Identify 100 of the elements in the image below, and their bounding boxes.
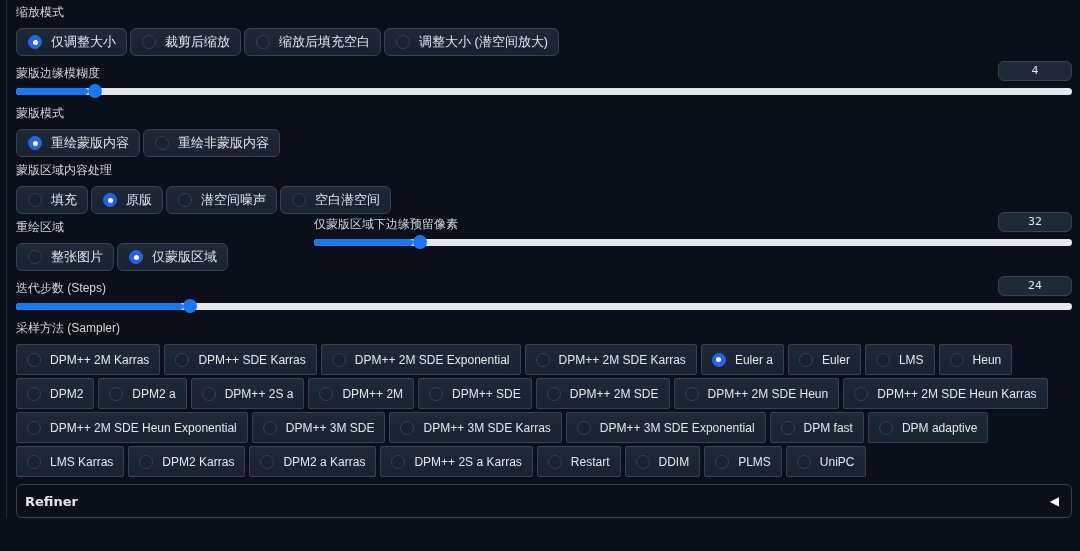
radio-unchecked-icon [400,420,415,435]
radio-unchecked-icon [854,386,869,401]
radio-unchecked-icon [546,386,561,401]
radio-option[interactable]: UniPC [785,446,866,477]
field-label: 仅蒙版区域下边缘预留像素 [314,216,458,232]
radio-option[interactable]: 仅蒙版区域 [117,243,228,271]
field-label: 蒙版边缘模糊度 [16,65,100,81]
radio-unchecked-icon [28,193,42,207]
radio-option[interactable]: DPM adaptive [867,412,989,443]
radio-checked-icon [28,35,42,49]
radio-option[interactable]: DPM++ 2S a Karras [380,446,533,477]
radio-unchecked-icon [796,454,811,469]
radio-option[interactable]: DPM++ SDE [418,378,532,409]
radio-option[interactable]: DPM2 [16,378,95,409]
radio-option[interactable]: 重绘非蒙版内容 [143,129,280,157]
radio-unchecked-icon [262,420,277,435]
radio-checked-icon [103,193,117,207]
radio-unchecked-icon [27,420,41,435]
radio-unchecked-icon [429,386,444,401]
radio-unchecked-icon [780,420,795,435]
radio-option[interactable]: DDIM [624,446,701,477]
radio-option[interactable]: 裁剪后缩放 [130,28,241,56]
radio-option[interactable]: 整张图片 [16,243,114,271]
radio-option[interactable]: DPM++ 2M Karras [16,344,161,375]
radio-unchecked-icon [28,250,42,264]
radio-option[interactable]: DPM++ SDE Karras [164,344,317,375]
radio-option[interactable]: DPM2 Karras [128,446,246,477]
radio-option[interactable]: DPM fast [769,412,864,443]
radio-checked-icon [129,250,143,264]
radio-option[interactable]: 调整大小 (潜空间放大) [384,28,559,56]
radio-unchecked-icon [949,352,964,367]
radio-option[interactable]: Euler a [700,344,784,375]
radio-unchecked-icon [396,35,410,49]
radio-unchecked-icon [142,35,156,49]
radio-checked-icon [711,352,726,367]
radio-unchecked-icon [576,420,591,435]
radio-option[interactable]: 潜空间噪声 [166,186,277,214]
radio-option[interactable]: DPM++ 2M SDE Karras [524,344,697,375]
slider-handle[interactable] [182,299,197,313]
radio-checked-icon [28,136,42,150]
accordion-header[interactable]: Refiner ◀ [16,484,1072,518]
radio-unchecked-icon [547,454,562,469]
radio-unchecked-icon [535,352,550,367]
radio-unchecked-icon [260,454,275,469]
field-label: 迭代步数 (Steps) [16,280,106,296]
field-label: 重绘区域 [16,219,65,235]
radio-option[interactable]: DPM++ 2M SDE Heun Exponential [16,412,248,443]
radio-unchecked-icon [391,454,406,469]
radio-unchecked-icon [684,386,699,401]
collapse-toggle-icon: ◀ [1049,494,1059,508]
field-label: 采样方法 (Sampler) [16,320,121,336]
radio-unchecked-icon [109,386,124,401]
radio-option[interactable]: 填充 [16,186,88,214]
radio-unchecked-icon [27,352,41,367]
radio-option[interactable]: LMS [864,344,935,375]
radio-option[interactable]: PLMS [704,446,782,477]
field-label: 蒙版模式 [16,105,65,121]
slider-handle[interactable] [87,84,102,98]
radio-option[interactable]: DPM++ 2M SDE [535,378,670,409]
radio-unchecked-icon [175,352,190,367]
radio-unchecked-icon [178,193,192,207]
radio-unchecked-icon [27,454,41,469]
radio-unchecked-icon [201,386,216,401]
radio-option[interactable]: DPM++ 3M SDE [251,412,386,443]
radio-unchecked-icon [635,454,650,469]
radio-option[interactable]: 缩放后填充空白 [244,28,381,56]
radio-option[interactable]: 重绘蒙版内容 [16,129,140,157]
radio-option[interactable]: Heun [938,344,1013,375]
radio-unchecked-icon [878,420,893,435]
radio-option[interactable]: DPM2 a Karras [249,446,377,477]
radio-unchecked-icon [715,454,730,469]
number-field[interactable]: 4 [998,61,1072,81]
number-field[interactable]: 24 [998,276,1072,296]
slider-handle[interactable] [412,235,427,249]
radio-unchecked-icon [155,136,169,150]
number-field[interactable]: 32 [998,212,1072,232]
radio-option[interactable]: DPM++ 2M SDE Exponential [320,344,521,375]
radio-option[interactable]: DPM++ 2S a [190,378,305,409]
radio-option[interactable]: Euler [787,344,861,375]
radio-unchecked-icon [139,454,154,469]
radio-option[interactable]: 仅调整大小 [16,28,127,56]
radio-option[interactable]: DPM2 a [98,378,187,409]
radio-option[interactable]: DPM++ 2M SDE Heun Karras [843,378,1048,409]
radio-option[interactable]: Restart [536,446,621,477]
radio-unchecked-icon [292,193,306,207]
radio-unchecked-icon [319,386,334,401]
radio-unchecked-icon [798,352,813,367]
radio-option[interactable]: DPM++ 2M SDE Heun [673,378,840,409]
radio-unchecked-icon [875,352,890,367]
radio-option[interactable]: 原版 [91,186,163,214]
field-label: 蒙版区域内容处理 [16,162,113,178]
radio-option[interactable]: DPM++ 2M [308,378,415,409]
radio-unchecked-icon [331,352,346,367]
radio-option[interactable]: DPM++ 3M SDE Exponential [565,412,766,443]
radio-unchecked-icon [256,35,270,49]
radio-option[interactable]: 空白潜空间 [280,186,391,214]
radio-unchecked-icon [27,386,41,401]
field-label: 缩放模式 [16,4,65,20]
radio-option[interactable]: DPM++ 3M SDE Karras [389,412,562,443]
radio-option[interactable]: LMS Karras [16,446,125,477]
